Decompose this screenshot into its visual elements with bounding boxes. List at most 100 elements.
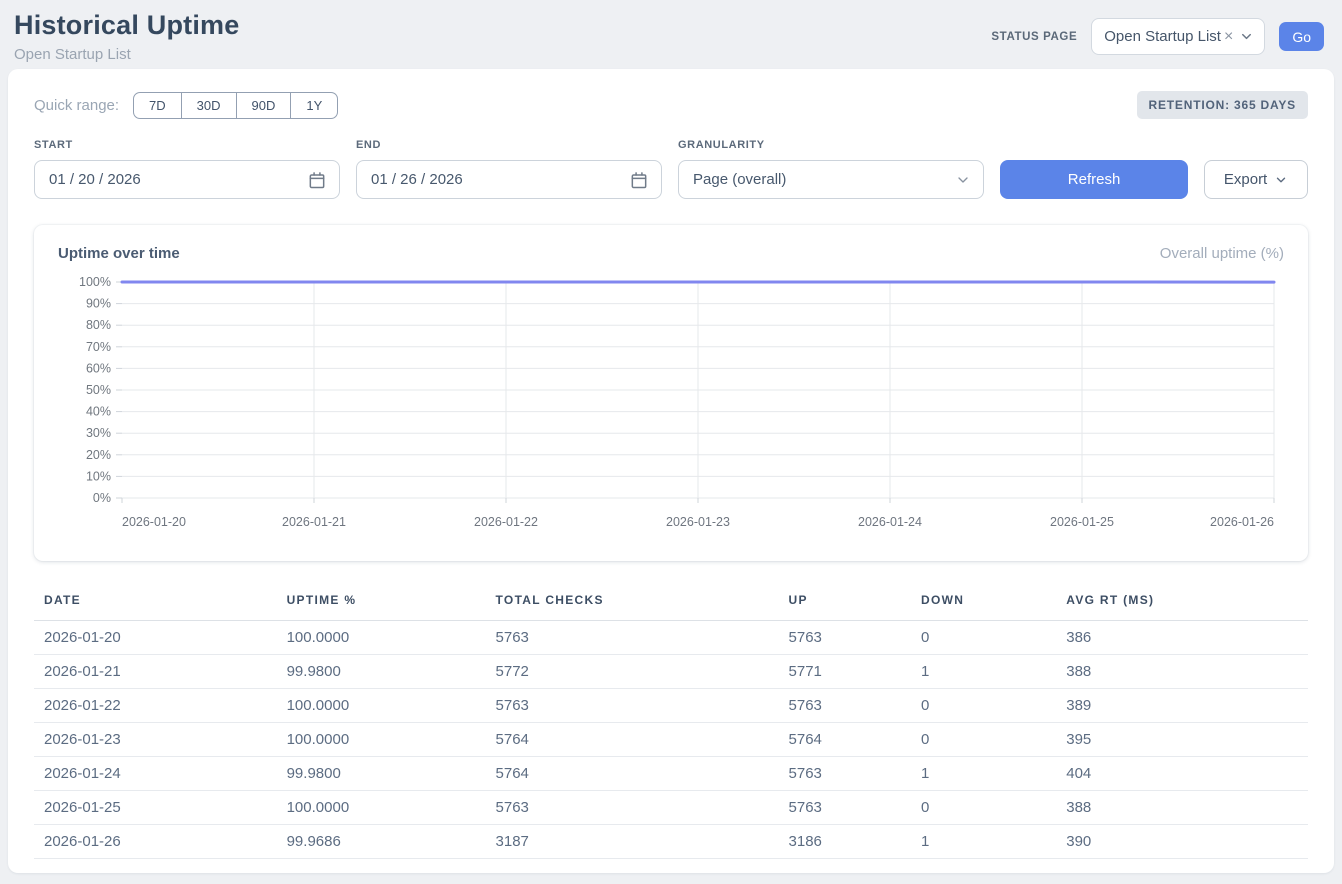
- svg-text:2026-01-26: 2026-01-26: [1210, 515, 1274, 529]
- svg-text:40%: 40%: [86, 405, 111, 419]
- table-header-cell: UP: [781, 585, 913, 621]
- table-cell: 0: [913, 621, 1058, 655]
- end-date-label: END: [356, 139, 662, 151]
- table-row: 2026-01-20100.0000576357630386: [34, 621, 1308, 655]
- table-cell: 2026-01-22: [34, 689, 279, 723]
- table-cell: 5763: [781, 791, 913, 825]
- table-cell: 2026-01-20: [34, 621, 279, 655]
- svg-text:100%: 100%: [79, 275, 111, 289]
- granularity-label: GRANULARITY: [678, 139, 984, 151]
- table-row: 2026-01-25100.0000576357630388: [34, 791, 1308, 825]
- table-cell: 2026-01-26: [34, 825, 279, 859]
- refresh-button[interactable]: Refresh: [1000, 160, 1188, 199]
- chart-header: Uptime over time Overall uptime (%): [56, 241, 1286, 272]
- svg-text:90%: 90%: [86, 297, 111, 311]
- svg-text:2026-01-23: 2026-01-23: [666, 515, 730, 529]
- page-header: Historical Uptime Open Startup List STAT…: [0, 0, 1342, 69]
- calendar-icon[interactable]: [629, 170, 649, 190]
- quick-range-button-1y[interactable]: 1Y: [291, 92, 338, 119]
- table-cell: 99.9800: [279, 757, 488, 791]
- table-cell: 100.0000: [279, 791, 488, 825]
- table-cell: 395: [1058, 723, 1308, 757]
- table-cell: 388: [1058, 655, 1308, 689]
- granularity-select[interactable]: Page (overall): [678, 160, 984, 199]
- table-header-cell: DOWN: [913, 585, 1058, 621]
- svg-text:60%: 60%: [86, 361, 111, 375]
- table-cell: 389: [1058, 689, 1308, 723]
- table-cell: 0: [913, 689, 1058, 723]
- table-cell: 2026-01-25: [34, 791, 279, 825]
- table-cell: 100.0000: [279, 723, 488, 757]
- start-date-input[interactable]: 01 / 20 / 2026: [34, 160, 340, 199]
- table-row: 2026-01-2499.9800576457631404: [34, 757, 1308, 791]
- table-cell: 404: [1058, 757, 1308, 791]
- svg-text:50%: 50%: [86, 383, 111, 397]
- table-cell: 2026-01-24: [34, 757, 279, 791]
- svg-text:0%: 0%: [93, 491, 111, 505]
- page-header-left: Historical Uptime Open Startup List: [14, 10, 239, 63]
- table-cell: 2026-01-21: [34, 655, 279, 689]
- retention-badge: RETENTION: 365 DAYS: [1137, 91, 1308, 119]
- svg-text:10%: 10%: [86, 469, 111, 483]
- table-cell: 5764: [781, 723, 913, 757]
- export-button-label: Export: [1224, 171, 1267, 188]
- table-cell: 3186: [781, 825, 913, 859]
- main-card: Quick range: 7D30D90D1Y RETENTION: 365 D…: [8, 69, 1334, 873]
- table-row: 2026-01-23100.0000576457640395: [34, 723, 1308, 757]
- status-page-selected-value: Open Startup List: [1104, 28, 1221, 45]
- table-cell: 5763: [488, 791, 781, 825]
- granularity-selected-value: Page (overall): [693, 171, 786, 188]
- table-cell: 99.9800: [279, 655, 488, 689]
- table-cell: 5763: [781, 621, 913, 655]
- table-header-cell: UPTIME %: [279, 585, 488, 621]
- table-cell: 100.0000: [279, 689, 488, 723]
- quick-range-button-30d[interactable]: 30D: [182, 92, 237, 119]
- status-page-select[interactable]: Open Startup List ×: [1091, 18, 1265, 55]
- table-cell: 5763: [781, 757, 913, 791]
- export-button[interactable]: Export: [1204, 160, 1308, 199]
- table-row: 2026-01-2199.9800577257711388: [34, 655, 1308, 689]
- table-cell: 100.0000: [279, 621, 488, 655]
- page-title: Historical Uptime: [14, 10, 239, 41]
- calendar-icon[interactable]: [307, 170, 327, 190]
- chart-legend: Overall uptime (%): [1160, 245, 1284, 262]
- table-row: 2026-01-22100.0000576357630389: [34, 689, 1308, 723]
- quick-range-button-7d[interactable]: 7D: [133, 92, 182, 119]
- quick-range-label: Quick range:: [34, 97, 119, 114]
- status-page-label: STATUS PAGE: [991, 31, 1077, 43]
- quick-range-button-90d[interactable]: 90D: [237, 92, 292, 119]
- granularity-field: GRANULARITY Page (overall): [678, 139, 984, 199]
- table-cell: 1: [913, 825, 1058, 859]
- table-cell: 5763: [488, 621, 781, 655]
- table-cell: 5764: [488, 723, 781, 757]
- go-button[interactable]: Go: [1279, 22, 1324, 51]
- start-date-label: START: [34, 139, 340, 151]
- table-header-cell: AVG RT (MS): [1058, 585, 1308, 621]
- page-subtitle: Open Startup List: [14, 46, 239, 63]
- table-header-cell: TOTAL CHECKS: [488, 585, 781, 621]
- table-cell: 5771: [781, 655, 913, 689]
- uptime-chart-svg: 0%10%20%30%40%50%60%70%80%90%100%2026-01…: [56, 272, 1286, 534]
- svg-text:2026-01-25: 2026-01-25: [1050, 515, 1114, 529]
- table-cell: 386: [1058, 621, 1308, 655]
- uptime-chart: 0%10%20%30%40%50%60%70%80%90%100%2026-01…: [56, 272, 1286, 539]
- svg-text:80%: 80%: [86, 318, 111, 332]
- table-cell: 0: [913, 723, 1058, 757]
- close-icon[interactable]: ×: [1224, 29, 1233, 45]
- table-cell: 5764: [488, 757, 781, 791]
- end-date-input[interactable]: 01 / 26 / 2026: [356, 160, 662, 199]
- table-cell: 388: [1058, 791, 1308, 825]
- page-header-right: STATUS PAGE Open Startup List × Go: [991, 18, 1324, 55]
- end-date-value: 01 / 26 / 2026: [371, 171, 463, 188]
- end-date-field: END 01 / 26 / 2026: [356, 139, 662, 199]
- table-cell: 5763: [488, 689, 781, 723]
- table-cell: 5772: [488, 655, 781, 689]
- table-cell: 5763: [781, 689, 913, 723]
- table-cell: 99.9686: [279, 825, 488, 859]
- start-date-value: 01 / 20 / 2026: [49, 171, 141, 188]
- svg-text:2026-01-22: 2026-01-22: [474, 515, 538, 529]
- svg-text:2026-01-21: 2026-01-21: [282, 515, 346, 529]
- svg-text:2026-01-20: 2026-01-20: [122, 515, 186, 529]
- uptime-chart-card: Uptime over time Overall uptime (%) 0% 10…: [34, 225, 1308, 561]
- uptime-table: DATEUPTIME %TOTAL CHECKSUPDOWNAVG RT (MS…: [34, 585, 1308, 859]
